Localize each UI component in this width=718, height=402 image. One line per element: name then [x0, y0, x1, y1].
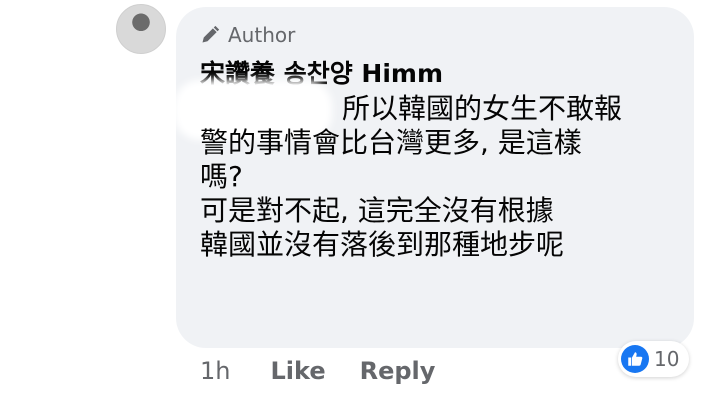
comment-text-line: 韓國並沒有落後到那種地步呢 [200, 228, 565, 261]
comment-text-line: 可是對不起, 這完全沒有根據 [200, 194, 554, 227]
comment-author-name[interactable]: 宋讚養 송찬양 Himm [200, 54, 443, 90]
avatar[interactable] [116, 4, 166, 54]
thumbs-up-icon [621, 345, 649, 373]
comment-text: 所以韓國的女生不敢報 警的事情會比台灣更多, 是這樣 嗎? 可是對不起, 這完全… [200, 92, 672, 262]
like-button[interactable]: Like [270, 357, 325, 385]
comment-text-line: 警的事情會比台灣更多, 是這樣 [200, 126, 582, 159]
comment-actions: 1h Like Reply [200, 351, 469, 391]
pencil-icon [202, 25, 220, 43]
comment-text-line: 所以韓國的女生不敢報 [342, 92, 623, 125]
reply-button[interactable]: Reply [360, 357, 436, 385]
comment-text-line: 嗎? [200, 160, 243, 193]
reaction-summary[interactable]: 10 [618, 341, 690, 377]
author-badge: Author [200, 22, 295, 48]
author-badge-label: Author [228, 23, 296, 47]
comment-timestamp[interactable]: 1h [200, 357, 230, 385]
reaction-count: 10 [654, 347, 680, 371]
